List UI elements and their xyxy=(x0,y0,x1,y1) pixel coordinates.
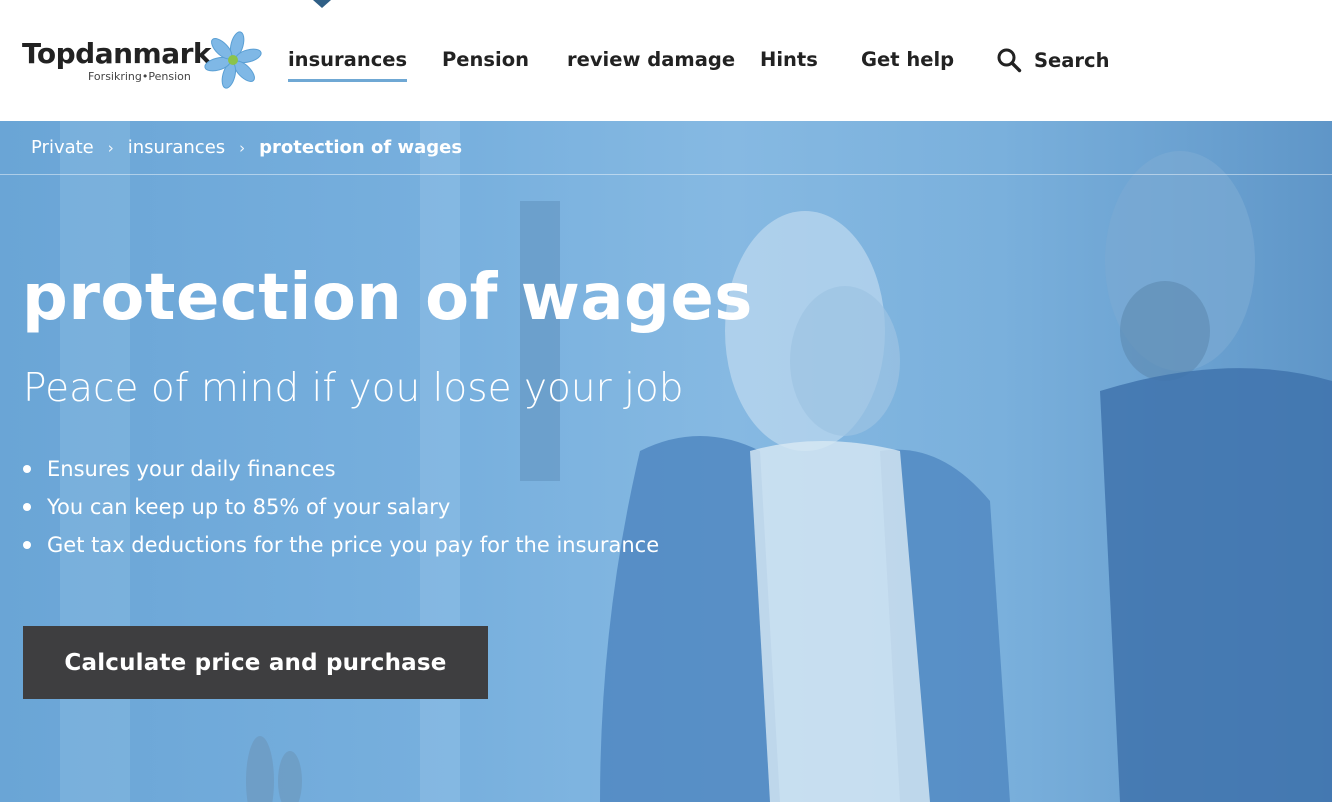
site-header: Topdanmark Forsikring•Pension insurances… xyxy=(0,0,1332,121)
calculate-price-button[interactable]: Calculate price and purchase xyxy=(23,626,488,699)
topdanmark-logo[interactable]: Topdanmark Forsikring•Pension xyxy=(22,30,267,92)
list-item: Ensures your daily finances xyxy=(23,450,659,488)
search-icon xyxy=(997,48,1022,73)
breadcrumb-private[interactable]: Private xyxy=(31,137,94,158)
page-title: protection of wages xyxy=(22,261,753,335)
nav-item-pension[interactable]: Pension xyxy=(442,46,529,74)
breadcrumb: Private › insurances › protection of wag… xyxy=(31,137,462,158)
logo-wordmark: Topdanmark xyxy=(22,37,212,70)
hero-section: Private › insurances › protection of wag… xyxy=(0,121,1332,802)
breadcrumb-insurances[interactable]: insurances xyxy=(128,137,225,158)
nav-item-review-damage[interactable]: review damage xyxy=(567,46,735,74)
list-item: You can keep up to 85% of your salary xyxy=(23,488,659,526)
logo-tagline: Forsikring•Pension xyxy=(88,70,191,83)
benefit-list: Ensures your daily finances You can keep… xyxy=(23,450,659,564)
chevron-right-icon: › xyxy=(239,138,246,157)
nav-item-hints[interactable]: Hints xyxy=(760,46,818,74)
nav-item-insurances[interactable]: insurances xyxy=(288,46,408,82)
search-label: Search xyxy=(1034,48,1110,72)
flower-logo-icon xyxy=(204,31,262,89)
list-item: Get tax deductions for the price you pay… xyxy=(23,526,659,564)
breadcrumb-current: protection of wages xyxy=(259,137,463,158)
menu-caret-indicator xyxy=(313,0,331,8)
search-button[interactable]: Search xyxy=(996,46,1110,74)
nav-item-get-help[interactable]: Get help xyxy=(861,46,954,74)
chevron-right-icon: › xyxy=(107,138,114,157)
page-subtitle: Peace of mind if you lose your job xyxy=(23,366,684,411)
breadcrumb-divider xyxy=(0,174,1332,175)
